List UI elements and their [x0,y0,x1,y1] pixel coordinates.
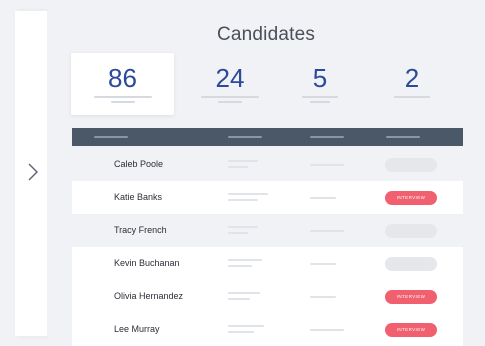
status-pill[interactable] [385,158,437,172]
cell-placeholder [228,226,258,228]
table-row[interactable]: Tracy French [72,214,463,247]
cell-placeholder [228,265,252,267]
status-pill[interactable] [385,257,437,271]
table-row[interactable]: Caleb Poole [72,148,463,181]
cell-placeholder [228,160,258,162]
cell-placeholder [310,329,344,331]
table-row[interactable]: Olivia Hernandez INTERVIEW [72,280,463,313]
status-label: INTERVIEW [396,294,426,299]
column-header-placeholder[interactable] [94,136,128,138]
cell-placeholder [310,230,344,232]
candidates-panel: Candidates 86 24 5 2 Caleb Poole Katie B… [47,11,485,346]
table-row[interactable]: Lee Murray INTERVIEW [72,313,463,346]
table-row[interactable]: Kevin Buchanan [72,247,463,280]
cell-placeholder [228,193,268,195]
candidate-name: Caleb Poole [114,159,164,169]
cell-placeholder [228,325,264,327]
cell-placeholder [228,232,248,234]
cell-placeholder [228,298,250,300]
cell-placeholder [310,197,336,199]
stat-label-placeholder [201,96,259,98]
status-pill[interactable]: INTERVIEW [385,191,437,205]
cell-placeholder [228,292,260,294]
cell-placeholder [228,259,262,261]
stat-value: 5 [312,63,328,93]
stat-value: 24 [215,63,245,93]
cell-placeholder [310,296,336,298]
column-header-placeholder[interactable] [310,136,344,138]
sidebar [15,11,47,336]
stat-value: 2 [404,63,420,93]
candidate-name: Kevin Buchanan [114,258,180,268]
table-header [72,128,463,146]
stat-card-1[interactable]: 86 [71,53,174,115]
stat-value: 86 [108,63,137,93]
stat-sublabel-placeholder [110,101,135,103]
candidate-name: Olivia Hernandez [114,291,184,301]
stat-card-2[interactable]: 24 [185,53,275,115]
cell-placeholder [310,164,344,166]
status-label: INTERVIEW [396,327,426,332]
stat-sublabel-placeholder [218,101,242,103]
page-title: Candidates [216,24,316,45]
cell-placeholder [228,331,254,333]
status-label: INTERVIEW [396,195,426,200]
column-header-placeholder[interactable] [386,136,420,138]
stat-card-4[interactable]: 2 [377,53,447,115]
status-pill[interactable]: INTERVIEW [385,323,437,337]
stat-label-placeholder [394,96,430,98]
status-pill[interactable] [385,224,437,238]
stat-sublabel-placeholder [310,101,330,103]
candidate-name: Lee Murray [114,324,160,334]
candidate-name: Katie Banks [114,192,163,202]
cell-placeholder [228,166,248,168]
cell-placeholder [228,199,258,201]
table-row[interactable]: Katie Banks INTERVIEW [72,181,463,214]
column-header-placeholder[interactable] [228,136,262,138]
stat-card-3[interactable]: 5 [290,53,350,115]
candidate-name: Tracy French [114,225,167,235]
chevron-right-icon[interactable] [26,163,40,181]
stat-label-placeholder [302,96,338,98]
stat-label-placeholder [93,96,152,98]
cell-placeholder [310,263,336,265]
status-pill[interactable]: INTERVIEW [385,290,437,304]
